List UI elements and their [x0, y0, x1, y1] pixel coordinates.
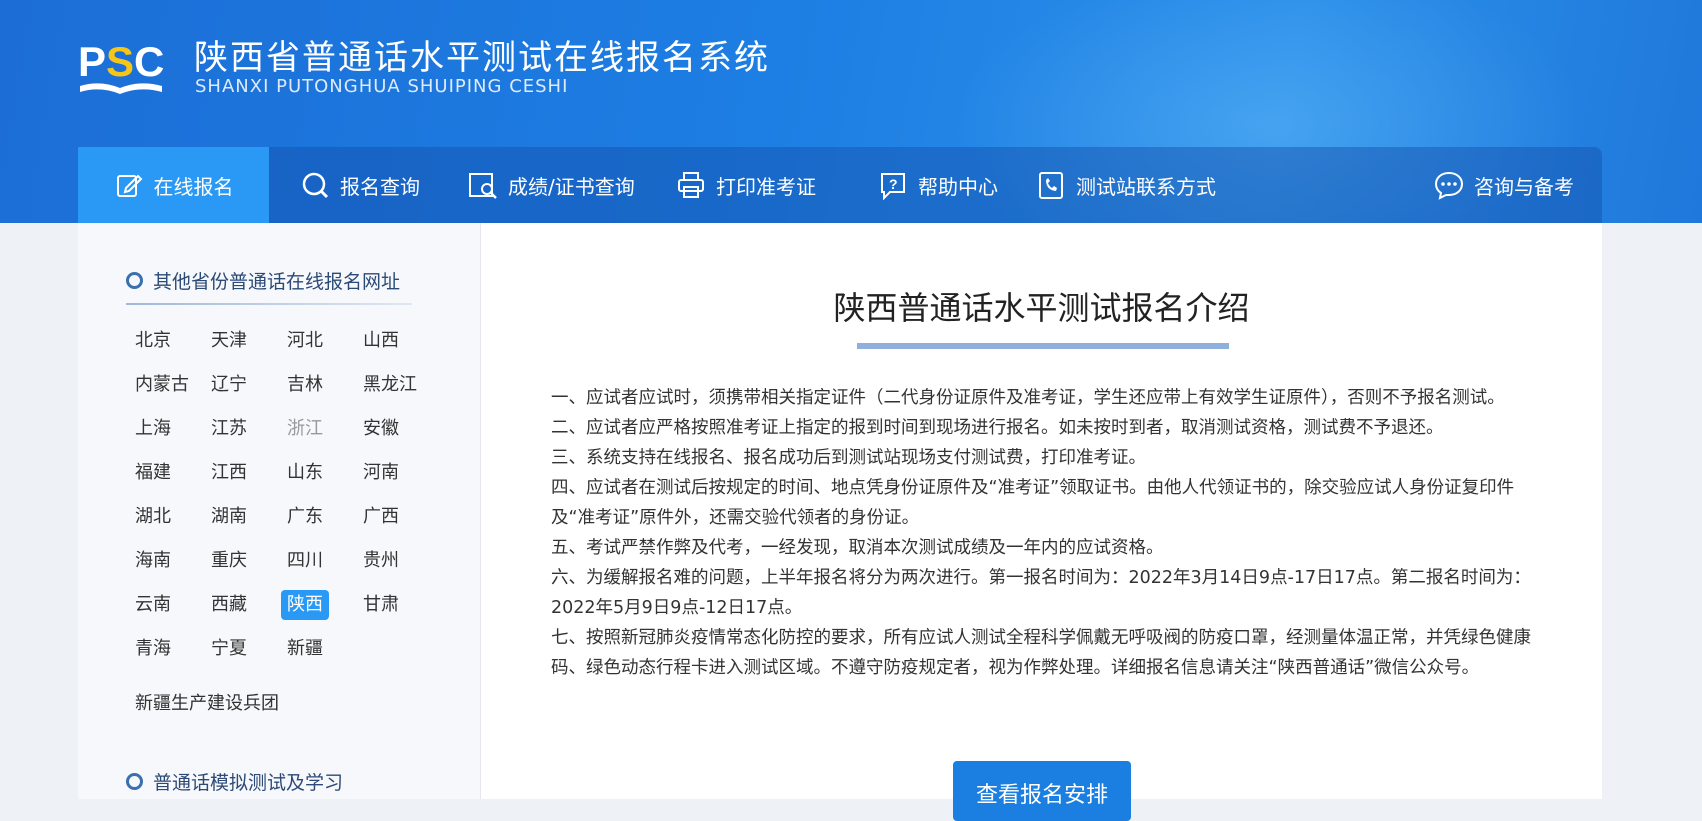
- province-link[interactable]: 黑龙江: [357, 370, 423, 400]
- view-registration-schedule-button[interactable]: 查看报名安排: [953, 761, 1131, 821]
- svg-text:S: S: [106, 38, 134, 85]
- nav-test-station-contacts[interactable]: 测试站联系方式: [1036, 147, 1216, 223]
- province-link[interactable]: 新疆: [281, 634, 329, 664]
- svg-text:P: P: [78, 38, 106, 85]
- province-link[interactable]: 江苏: [205, 414, 253, 444]
- province-link[interactable]: 云南: [129, 590, 177, 620]
- province-link[interactable]: 宁夏: [205, 634, 253, 664]
- province-link[interactable]: 陕西: [281, 590, 329, 620]
- nav-score-certificate-query[interactable]: 成绩/证书查询: [468, 147, 635, 223]
- page-title: 陕西普通话水平测试报名介绍: [833, 289, 1250, 327]
- site-header: P S C 陕西省普通话水平测试在线报名系统 SHANXI PUTONGHUA …: [0, 0, 1702, 223]
- circle-bullet-icon: [126, 773, 143, 790]
- phone-book-icon: [1036, 170, 1066, 200]
- site-title: 陕西省普通话水平测试在线报名系统: [194, 38, 770, 78]
- nav-label: 在线报名: [153, 174, 234, 199]
- nav-print-admission-ticket[interactable]: 打印准考证: [676, 147, 816, 223]
- printer-icon: [676, 170, 706, 200]
- province-link[interactable]: 西藏: [205, 590, 253, 620]
- province-link[interactable]: 广西: [357, 502, 405, 532]
- section-title: 普通话模拟测试及学习: [153, 772, 344, 794]
- rule-item: 五、考试严禁作弊及代考，一经发现，取消本次测试成绩及一年内的应试资格。: [551, 538, 1164, 558]
- nav-label: 咨询与备考: [1474, 174, 1574, 199]
- province-link[interactable]: 湖北: [129, 502, 177, 532]
- nav-label: 帮助中心: [918, 174, 998, 199]
- search-icon: [300, 170, 330, 200]
- edit-icon: [114, 170, 144, 200]
- province-link[interactable]: 四川: [281, 546, 329, 576]
- province-link[interactable]: 湖南: [205, 502, 253, 532]
- nav-label: 成绩/证书查询: [508, 174, 635, 199]
- province-link[interactable]: 辽宁: [205, 370, 253, 400]
- province-link[interactable]: 重庆: [205, 546, 253, 576]
- svg-text:C: C: [134, 38, 164, 85]
- site-subtitle: SHANXI PUTONGHUA SHUIPING CESHI: [195, 76, 569, 97]
- chat-icon: [1434, 170, 1464, 200]
- province-link[interactable]: 广东: [281, 502, 329, 532]
- province-link[interactable]: 上海: [129, 414, 177, 444]
- section-mock-test: 普通话模拟测试及学习: [126, 768, 343, 795]
- province-link[interactable]: 天津: [205, 326, 253, 356]
- nav-registration-query[interactable]: 报名查询: [300, 147, 420, 223]
- province-link[interactable]: 福建: [129, 458, 177, 488]
- rule-item: 七、按照新冠肺炎疫情常态化防控的要求，所有应试人测试全程科学佩戴无呼吸阀的防疫口…: [551, 628, 1531, 678]
- main-content: 陕西普通话水平测试报名介绍 一、应试者应试时，须携带相关指定证件（二代身份证原件…: [481, 223, 1602, 821]
- document-search-icon: [468, 170, 498, 200]
- province-link[interactable]: 浙江: [281, 414, 329, 444]
- province-link[interactable]: 山东: [281, 458, 329, 488]
- section-title: 其他省份普通话在线报名网址: [153, 271, 401, 293]
- rule-item: 一、应试者应试时，须携带相关指定证件（二代身份证原件及准考证，学生还应带上有效学…: [551, 388, 1505, 408]
- rule-item: 二、应试者应严格按照准考证上指定的报到时间到现场进行报名。如未按时到者，取消测试…: [551, 418, 1444, 438]
- province-link[interactable]: 山西: [357, 326, 405, 356]
- province-link[interactable]: 河北: [281, 326, 329, 356]
- nav-label: 打印准考证: [716, 174, 816, 199]
- province-link[interactable]: 安徽: [357, 414, 405, 444]
- page-background: [1603, 223, 1702, 799]
- province-link[interactable]: 青海: [129, 634, 177, 664]
- title-underline: [857, 343, 1229, 349]
- nav-consult-prepare[interactable]: 咨询与备考: [1434, 147, 1574, 223]
- province-link[interactable]: 甘肃: [357, 590, 405, 620]
- psc-logo[interactable]: P S C: [78, 36, 166, 98]
- svg-text:?: ?: [889, 176, 898, 192]
- rule-item: 三、系统支持在线报名、报名成功后到测试站现场支付测试费，打印准考证。: [551, 448, 1146, 468]
- province-link[interactable]: 江西: [205, 458, 253, 488]
- province-link[interactable]: 北京: [129, 326, 177, 356]
- rules-list: 一、应试者应试时，须携带相关指定证件（二代身份证原件及准考证，学生还应带上有效学…: [551, 383, 1551, 683]
- province-link[interactable]: 吉林: [281, 370, 329, 400]
- nav-label: 测试站联系方式: [1076, 174, 1216, 199]
- nav-online-registration[interactable]: 在线报名: [78, 147, 269, 223]
- main-nav: 在线报名 报名查询 成绩/证书查询 打印准考证 ? 帮助中心 测试站联系方式 咨…: [78, 147, 1602, 223]
- circle-bullet-icon: [126, 272, 143, 289]
- section-other-provinces: 其他省份普通话在线报名网址: [126, 267, 400, 294]
- rule-item: 六、为缓解报名难的问题，上半年报名将分为两次进行。第一报名时间为：2022年3月…: [551, 568, 1531, 618]
- rule-item: 四、应试者在测试后按规定的时间、地点凭身份证原件及“准考证”领取证书。由他人代领…: [551, 478, 1515, 528]
- province-link[interactable]: 内蒙古: [129, 370, 195, 400]
- nav-help-center[interactable]: ? 帮助中心: [878, 147, 998, 223]
- nav-label: 报名查询: [340, 174, 420, 199]
- province-link[interactable]: 海南: [129, 546, 177, 576]
- help-icon: ?: [878, 170, 908, 200]
- province-link-xinjiang-corps[interactable]: 新疆生产建设兵团: [135, 689, 285, 719]
- sidebar: 其他省份普通话在线报名网址 北京 天津 河北 山西内蒙古 辽宁 吉林 黑龙江上海 江苏 浙江 安徽…: [78, 223, 481, 799]
- province-link[interactable]: 贵州: [357, 546, 405, 576]
- divider: [126, 303, 412, 305]
- province-link[interactable]: 河南: [357, 458, 405, 488]
